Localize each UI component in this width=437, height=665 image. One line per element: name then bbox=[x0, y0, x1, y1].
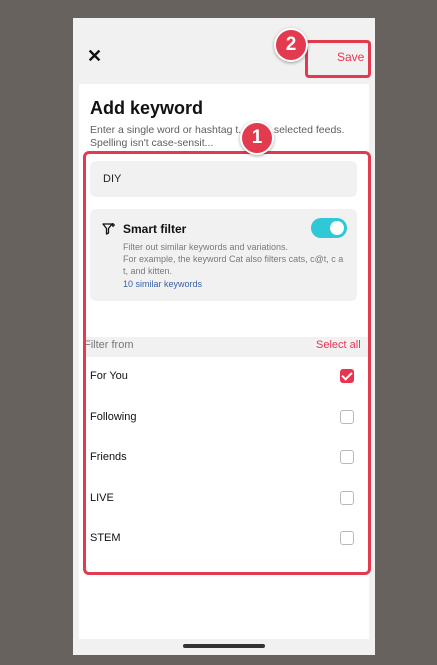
highlight-box-save bbox=[305, 40, 371, 78]
phone-screen: ✕ Save Add keyword Enter a single word o… bbox=[73, 18, 375, 655]
home-indicator bbox=[183, 644, 265, 648]
close-icon[interactable]: ✕ bbox=[87, 46, 102, 66]
highlight-box-keyword-settings bbox=[83, 151, 371, 575]
page-title: Add keyword bbox=[90, 98, 204, 118]
page-description: Enter a single word or hashtag t... from… bbox=[90, 124, 345, 149]
step-badge-2: 2 bbox=[274, 28, 308, 62]
step-badge-1: 1 bbox=[240, 121, 274, 155]
